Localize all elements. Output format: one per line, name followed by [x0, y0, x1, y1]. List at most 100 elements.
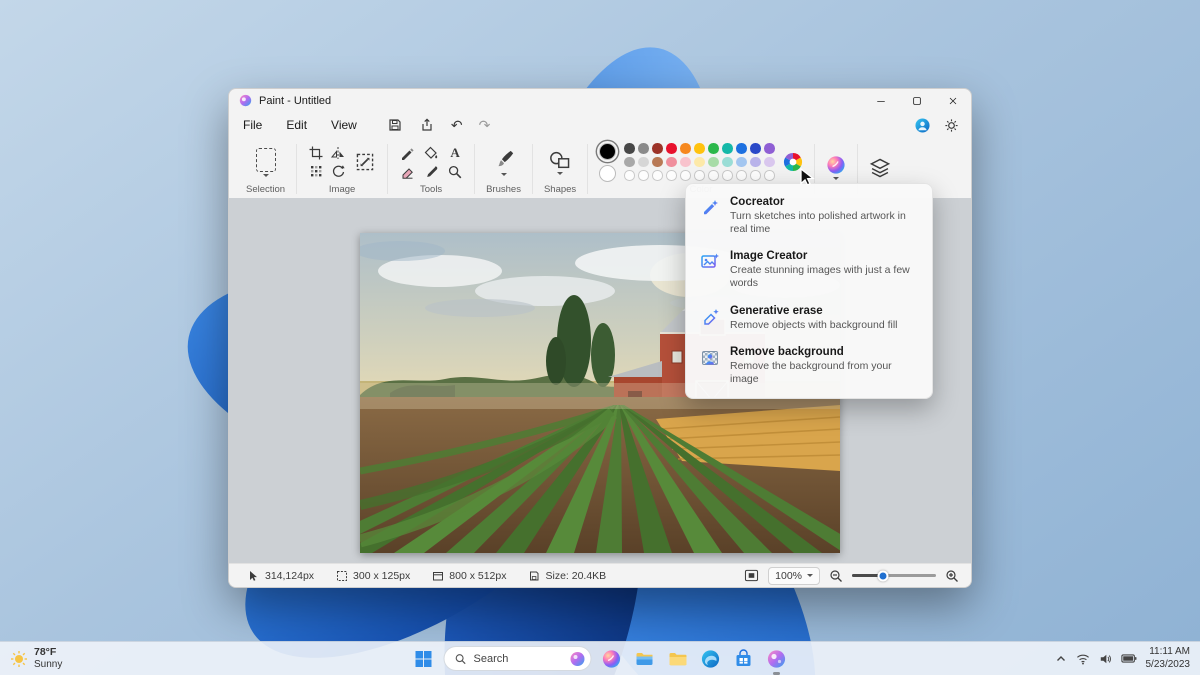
- color-swatch[interactable]: [694, 143, 705, 154]
- menu-item-generative-erase[interactable]: Generative erase Remove objects with bac…: [691, 298, 927, 339]
- image-group-label: Image: [328, 184, 356, 195]
- copilot-button[interactable]: [826, 155, 846, 180]
- share-icon[interactable]: [419, 117, 435, 133]
- taskbar-file-explorer-icon[interactable]: [632, 646, 658, 672]
- zoom-out-icon[interactable]: [829, 569, 843, 583]
- taskbar-copilot-icon[interactable]: [599, 646, 625, 672]
- taskbar-clock[interactable]: 11:11 AM 5/23/2023: [1146, 646, 1191, 671]
- chevron-down-icon: [807, 574, 813, 577]
- color-swatch[interactable]: [722, 170, 733, 181]
- color-swatch[interactable]: [736, 170, 747, 181]
- zoom-level-dropdown[interactable]: 100%: [768, 566, 820, 585]
- account-avatar[interactable]: [915, 117, 930, 133]
- color-swatch[interactable]: [708, 143, 719, 154]
- shapes-button[interactable]: [549, 150, 571, 175]
- color-swatch[interactable]: [666, 143, 677, 154]
- color-swatch[interactable]: [736, 143, 747, 154]
- dither-pattern-icon[interactable]: [308, 163, 324, 179]
- brushes-button[interactable]: [494, 149, 514, 176]
- color-swatch[interactable]: [666, 156, 677, 168]
- color-swatch[interactable]: [708, 156, 719, 168]
- taskbar-edge-icon[interactable]: [698, 646, 724, 672]
- color-swatch[interactable]: [638, 156, 649, 168]
- color-swatch[interactable]: [736, 156, 747, 168]
- color-swatch[interactable]: [624, 143, 635, 154]
- color-swatch[interactable]: [638, 143, 649, 154]
- color-swatch[interactable]: [764, 170, 775, 181]
- menu-file[interactable]: File: [241, 116, 264, 134]
- menu-item-remove-background[interactable]: Remove background Remove the background …: [691, 339, 927, 393]
- windows-logo-icon: [415, 650, 432, 667]
- color-swatch[interactable]: [764, 143, 775, 154]
- rotate-icon[interactable]: [330, 163, 346, 179]
- canvas-size-indicator: 800 x 512px: [421, 570, 517, 582]
- color-swatch[interactable]: [764, 156, 775, 168]
- zoom-slider[interactable]: [852, 570, 936, 581]
- weather-condition: Sunny: [34, 658, 63, 670]
- taskbar-store-icon[interactable]: [731, 646, 757, 672]
- taskbar-paint-icon[interactable]: [764, 646, 790, 672]
- layers-icon[interactable]: [869, 157, 891, 179]
- clock-time: 11:11 AM: [1149, 646, 1190, 657]
- zoom-slider-thumb[interactable]: [877, 570, 889, 581]
- color-swatch[interactable]: [750, 170, 761, 181]
- volume-icon[interactable]: [1099, 653, 1112, 665]
- widgets-weather-button[interactable]: 78°F Sunny: [10, 642, 62, 675]
- maximize-button[interactable]: [899, 89, 935, 112]
- menu-view[interactable]: View: [329, 116, 359, 134]
- taskbar-folder-icon[interactable]: [665, 646, 691, 672]
- color-swatch[interactable]: [708, 170, 719, 181]
- menu-item-image-creator[interactable]: Image Creator Create stunning images wit…: [691, 243, 927, 297]
- settings-gear-icon[interactable]: [944, 118, 959, 133]
- color-picker-icon[interactable]: [423, 164, 439, 180]
- close-button[interactable]: [935, 89, 971, 112]
- menu-item-desc: Turn sketches into polished artwork in r…: [730, 210, 906, 236]
- wifi-icon[interactable]: [1076, 653, 1090, 665]
- selection-tool-button[interactable]: [255, 147, 276, 177]
- save-icon[interactable]: [387, 117, 403, 133]
- menu-item-cocreator[interactable]: Cocreator Turn sketches into polished ar…: [691, 189, 927, 243]
- color-swatch[interactable]: [722, 156, 733, 168]
- eraser-tool-icon[interactable]: [399, 164, 415, 180]
- secondary-color-well[interactable]: [599, 164, 617, 182]
- minimize-button[interactable]: [863, 89, 899, 112]
- color-swatch[interactable]: [722, 143, 733, 154]
- flip-icon[interactable]: [330, 145, 346, 161]
- taskbar-search-box[interactable]: Search: [443, 646, 592, 671]
- color-swatch[interactable]: [680, 156, 691, 168]
- color-swatch[interactable]: [652, 170, 663, 181]
- zoom-level-value: 100%: [775, 569, 802, 582]
- crop-icon[interactable]: [308, 145, 324, 161]
- start-button[interactable]: [411, 646, 437, 672]
- menu-edit[interactable]: Edit: [284, 116, 309, 134]
- color-swatch[interactable]: [750, 156, 761, 168]
- color-swatch[interactable]: [652, 156, 663, 168]
- fill-bucket-icon[interactable]: [423, 145, 439, 161]
- color-swatch[interactable]: [638, 170, 649, 181]
- color-swatch[interactable]: [694, 156, 705, 168]
- zoom-in-icon[interactable]: [945, 569, 959, 583]
- brushes-group: Brushes: [477, 140, 530, 198]
- battery-icon[interactable]: [1120, 653, 1137, 664]
- brush-icon: [497, 150, 513, 166]
- hidden-icons-chevron-icon[interactable]: [1055, 653, 1067, 665]
- pencil-tool-icon[interactable]: [399, 145, 415, 161]
- tools-group-label: Tools: [420, 184, 443, 195]
- color-swatch[interactable]: [680, 170, 691, 181]
- fit-to-screen-icon[interactable]: [744, 569, 759, 582]
- resize-icon[interactable]: [354, 151, 376, 173]
- color-swatch[interactable]: [624, 156, 635, 168]
- undo-icon[interactable]: ↶: [451, 118, 463, 132]
- file-size-icon: [530, 571, 539, 580]
- color-swatch[interactable]: [680, 143, 691, 154]
- color-swatch[interactable]: [666, 170, 677, 181]
- primary-color-well[interactable]: [599, 142, 617, 160]
- color-swatch[interactable]: [652, 143, 663, 154]
- color-swatch[interactable]: [624, 170, 635, 181]
- color-swatch[interactable]: [694, 170, 705, 181]
- text-tool-icon[interactable]: A: [447, 145, 463, 161]
- magnifier-tool-icon[interactable]: [447, 164, 463, 180]
- color-swatch[interactable]: [750, 143, 761, 154]
- cocreator-icon: [704, 200, 718, 215]
- redo-icon[interactable]: ↷: [479, 118, 491, 132]
